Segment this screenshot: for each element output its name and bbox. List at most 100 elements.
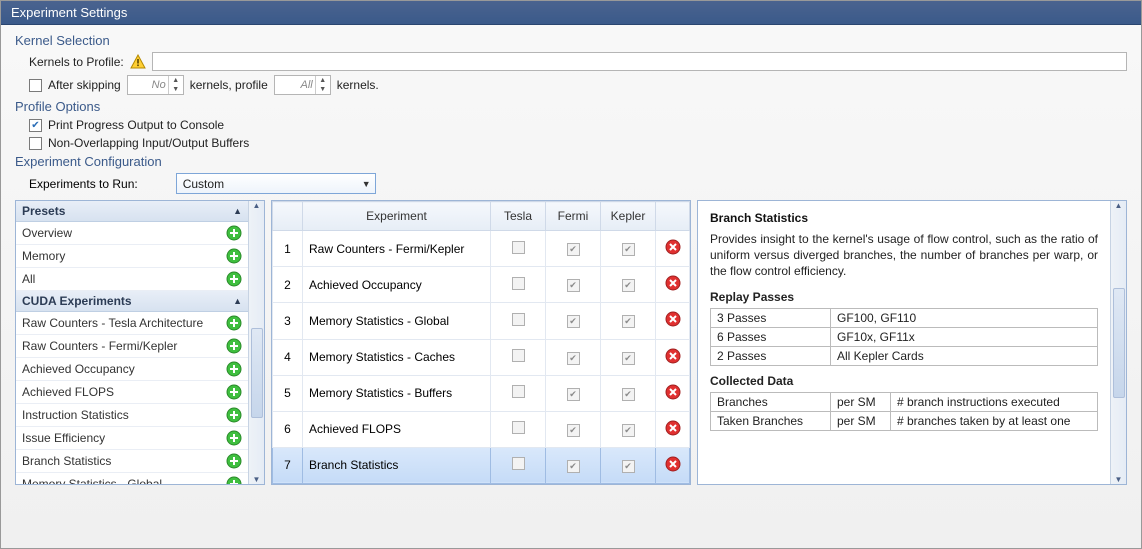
tesla-checkbox [512,313,525,326]
table-row[interactable]: 7 Branch Statistics [273,447,690,483]
grid-header[interactable]: Tesla [491,202,546,231]
cuda-experiment-item[interactable]: Memory Statistics - Global [16,473,248,484]
add-icon[interactable] [226,315,242,331]
add-icon[interactable] [226,338,242,354]
cuda-experiment-item[interactable]: Branch Statistics [16,450,248,473]
add-icon[interactable] [226,271,242,287]
grid-header[interactable] [273,202,303,231]
scrollbar[interactable]: ▲ ▼ [248,201,264,484]
table-row[interactable]: 5 Memory Statistics - Buffers [273,375,690,411]
scroll-thumb[interactable] [1113,288,1125,398]
table-row[interactable]: 4 Memory Statistics - Caches [273,339,690,375]
preset-item[interactable]: All [16,268,248,291]
fermi-checkbox [567,352,580,365]
preset-item[interactable]: Memory [16,245,248,268]
kernels-profile-mid-label: kernels, profile [190,78,268,92]
delete-icon[interactable] [665,275,681,291]
row-experiment: Memory Statistics - Caches [303,339,491,375]
add-icon[interactable] [226,384,242,400]
collected-heading: Collected Data [710,374,1098,388]
cuda-experiment-item[interactable]: Achieved FLOPS [16,381,248,404]
non-overlapping-checkbox[interactable] [29,137,42,150]
add-icon[interactable] [226,476,242,484]
replay-heading: Replay Passes [710,290,1098,304]
kepler-checkbox [622,424,635,437]
preset-item[interactable]: Overview [16,222,248,245]
scroll-up-icon[interactable]: ▲ [1115,201,1123,210]
details-title: Branch Statistics [710,211,1098,225]
scroll-down-icon[interactable]: ▼ [1115,475,1123,484]
spinner-down-icon[interactable]: ▼ [316,85,330,94]
add-icon[interactable] [226,453,242,469]
fermi-checkbox [567,279,580,292]
cuda-experiment-item[interactable]: Instruction Statistics [16,404,248,427]
scroll-down-icon[interactable]: ▼ [253,475,261,484]
grid-header[interactable] [656,202,690,231]
kernels-to-profile-row: Kernels to Profile: [29,52,1127,71]
after-skipping-value[interactable] [128,79,168,91]
tesla-checkbox [512,421,525,434]
delete-icon[interactable] [665,420,681,436]
kernels-profile-value[interactable] [275,79,315,91]
kernels-to-profile-label: Kernels to Profile: [29,55,124,69]
content-area: Kernel Selection Kernels to Profile: Aft… [1,25,1141,546]
delete-icon[interactable] [665,311,681,327]
grid-header[interactable]: Kepler [601,202,656,231]
add-icon[interactable] [226,361,242,377]
scrollbar[interactable]: ▲ ▼ [1110,201,1126,484]
warning-icon [130,54,146,70]
scroll-thumb[interactable] [251,328,263,418]
collected-scope: per SM [831,392,891,411]
collected-desc: # branch instructions executed [891,392,1098,411]
table-row[interactable]: 3 Memory Statistics - Global [273,303,690,339]
kernels-to-profile-input[interactable] [152,52,1127,71]
fermi-checkbox [567,243,580,256]
experiment-label: Instruction Statistics [22,408,129,422]
delete-icon[interactable] [665,348,681,364]
row-experiment: Memory Statistics - Global [303,303,491,339]
add-icon[interactable] [226,407,242,423]
after-skipping-spinner[interactable]: ▲▼ [127,75,184,95]
cuda-experiment-item[interactable]: Achieved Occupancy [16,358,248,381]
spinner-down-icon[interactable]: ▼ [169,85,183,94]
table-row[interactable]: 6 Achieved FLOPS [273,411,690,447]
kepler-checkbox [622,315,635,328]
fermi-checkbox [567,460,580,473]
spinner-up-icon[interactable]: ▲ [169,76,183,85]
cuda-experiments-header[interactable]: CUDA Experiments▲ [16,291,248,312]
delete-icon[interactable] [665,384,681,400]
delete-icon[interactable] [665,456,681,472]
add-icon[interactable] [226,225,242,241]
row-number: 1 [273,231,303,267]
tesla-checkbox [512,385,525,398]
collected-row: Branchesper SM# branch instructions exec… [711,392,1098,411]
print-progress-checkbox[interactable] [29,119,42,132]
experiments-to-run-label: Experiments to Run: [29,177,138,191]
grid-header[interactable]: Experiment [303,202,491,231]
collected-row: Taken Branchesper SM# branches taken by … [711,411,1098,430]
collected-table: Branchesper SM# branch instructions exec… [710,392,1098,431]
cuda-experiment-item[interactable]: Raw Counters - Tesla Architecture [16,312,248,335]
kernels-profile-spinner[interactable]: ▲▼ [274,75,331,95]
cuda-experiment-item[interactable]: Issue Efficiency [16,427,248,450]
grid-header[interactable]: Fermi [546,202,601,231]
experiment-label: Memory Statistics - Global [22,477,162,484]
replay-table: 3 PassesGF100, GF1106 PassesGF10x, GF11x… [710,308,1098,366]
row-number: 6 [273,411,303,447]
experiments-to-run-combo[interactable]: Custom ▼ [176,173,376,194]
add-icon[interactable] [226,430,242,446]
after-skipping-checkbox[interactable] [29,79,42,92]
delete-icon[interactable] [665,239,681,255]
cuda-experiment-item[interactable]: Raw Counters - Fermi/Kepler [16,335,248,358]
table-row[interactable]: 1 Raw Counters - Fermi/Kepler [273,231,690,267]
replay-cards: GF10x, GF11x [831,327,1098,346]
presets-header[interactable]: Presets▲ [16,201,248,222]
table-row[interactable]: 2 Achieved Occupancy [273,267,690,303]
spinner-up-icon[interactable]: ▲ [316,76,330,85]
exp-config-heading: Experiment Configuration [15,154,1127,169]
non-overlapping-label: Non-Overlapping Input/Output Buffers [48,136,249,150]
scroll-up-icon[interactable]: ▲ [253,201,261,210]
add-icon[interactable] [226,248,242,264]
replay-passes: 2 Passes [711,346,831,365]
collected-name: Taken Branches [711,411,831,430]
